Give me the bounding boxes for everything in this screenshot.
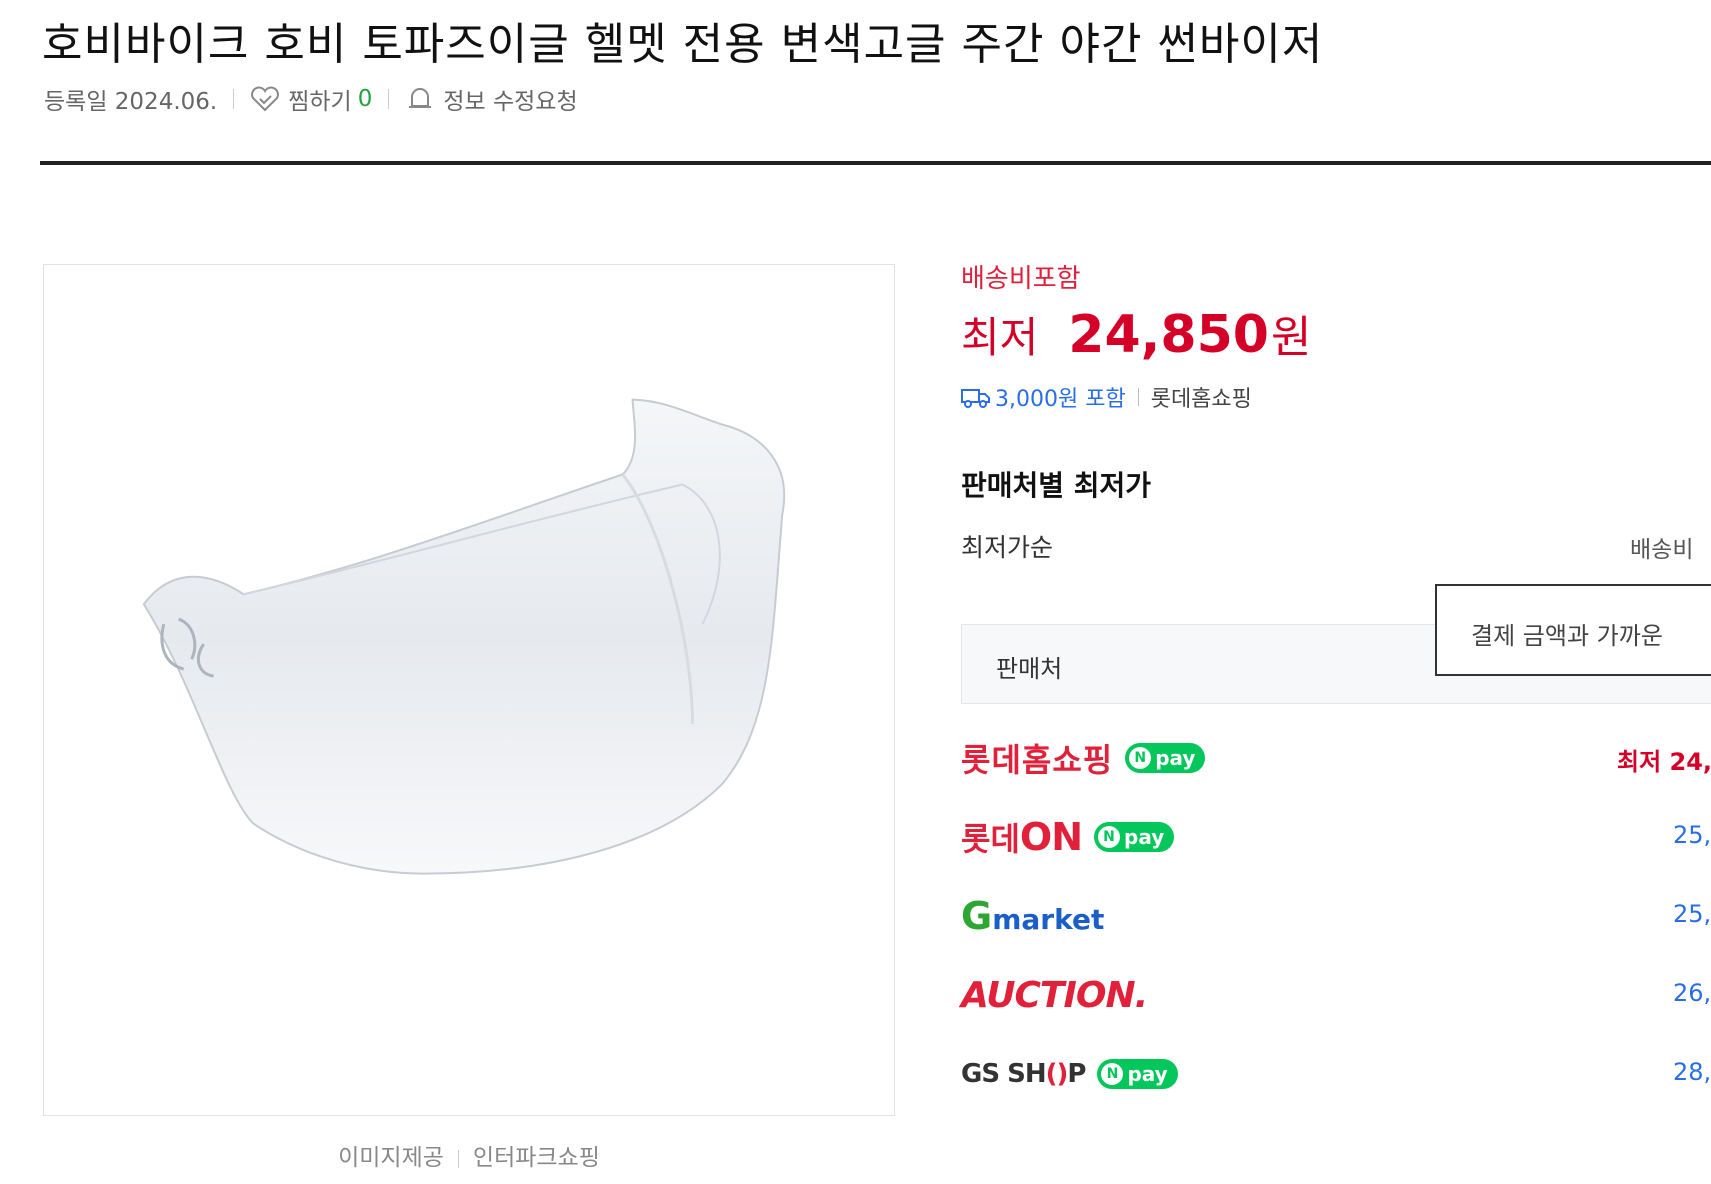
seller-name-prefix: GS SH (961, 1059, 1047, 1089)
divider (457, 1149, 459, 1168)
heart-icon (250, 85, 280, 113)
price-summary: 배송비포함 최저 24,850 원 3,000원 포함 롯데홈쇼핑 (961, 258, 1711, 413)
currency-unit: 원 (1270, 312, 1312, 363)
seller-price[interactable]: 28, (1673, 1058, 1711, 1086)
seller-name-suffix: P (1067, 1059, 1086, 1089)
divider (1137, 388, 1139, 406)
seller-row[interactable]: Gmarket 25, (961, 886, 1711, 946)
product-meta: 등록일 2024.06. 찜하기 0 정보 수정요청 (44, 82, 578, 116)
shipping-included-label: 배송비포함 (961, 264, 1081, 294)
seller-row[interactable]: GS SH()P Npay 28, (961, 1044, 1711, 1104)
page-title: 호비바이크 호비 토파즈이글 헬멧 전용 변색고글 주간 야간 썬바이저 (42, 19, 1324, 70)
npay-label: pay (1124, 825, 1165, 849)
npay-badge: Npay (1097, 1059, 1178, 1089)
seller-logo[interactable]: 롯데ON Npay (961, 807, 1175, 867)
seller-logo[interactable]: GS SH()P Npay (961, 1044, 1178, 1104)
seller-price[interactable]: 최저 24, (1617, 742, 1711, 777)
title-divider (40, 161, 1711, 165)
image-credit-source[interactable]: 인터파크쇼핑 (473, 1145, 600, 1171)
sort-shipping[interactable]: 배송비 (1630, 530, 1693, 564)
seller-price[interactable]: 25, (1673, 900, 1711, 928)
report-label: 정보 수정요청 (443, 89, 578, 115)
npay-label: pay (1127, 1062, 1168, 1086)
divider (233, 89, 235, 109)
column-seller: 판매처 (996, 655, 1063, 683)
seller-name: 롯데ON (961, 814, 1083, 860)
bell-icon (405, 85, 435, 113)
wishlist-label: 찜하기 (288, 89, 352, 115)
seller-name-prefix: 롯데 (961, 820, 1020, 858)
report-button[interactable]: 정보 수정요청 (405, 82, 578, 116)
seller-price[interactable]: 25, (1673, 821, 1711, 849)
lowest-store[interactable]: 롯데홈쇼핑 (1151, 381, 1252, 413)
wishlist-button[interactable]: 찜하기 0 (250, 82, 372, 116)
shipping-info: 3,000원 포함 롯데홈쇼핑 (961, 381, 1711, 413)
seller-row[interactable]: 롯데홈쇼핑 Npay 최저 24, (961, 728, 1711, 788)
seller-row[interactable]: 롯데ON Npay 25, (961, 807, 1711, 867)
npay-badge: Npay (1094, 822, 1175, 852)
npay-n-icon: N (1129, 747, 1152, 769)
divider (388, 89, 390, 109)
seller-logo[interactable]: Gmarket (961, 886, 1104, 946)
npay-label: pay (1155, 746, 1196, 770)
registered-date: 등록일 2024.06. (44, 89, 218, 115)
seller-name: Gmarket (961, 894, 1104, 938)
seller-logo[interactable]: 롯데홈쇼핑 Npay (961, 728, 1206, 788)
lowest-label: 최저 (961, 313, 1039, 362)
npay-n-icon: N (1101, 1063, 1124, 1085)
seller-name: 롯데홈쇼핑 (961, 741, 1114, 779)
truck-icon (961, 389, 990, 408)
wishlist-count: 0 (357, 86, 373, 112)
lowest-price: 최저 24,850 원 (961, 301, 1711, 365)
seller-row[interactable]: AUCTION. 26, (961, 965, 1711, 1025)
npay-n-icon: N (1098, 826, 1120, 848)
seller-price[interactable]: 26, (1673, 979, 1711, 1007)
image-credit-label: 이미지제공 (338, 1145, 444, 1171)
seller-name: AUCTION. (961, 974, 1148, 1016)
image-credit: 이미지제공 인터파크쇼핑 (43, 1138, 895, 1172)
seller-section-title: 판매처별 최저가 (961, 469, 1152, 502)
npay-badge: Npay (1125, 743, 1206, 773)
payment-tooltip: 결제 금액과 가까운 (1435, 584, 1711, 676)
visor-image (142, 398, 786, 875)
shipping-fee: 3,000원 포함 (995, 387, 1126, 412)
sort-lowest-price[interactable]: 최저가순 (961, 528, 1053, 564)
seller-name: GS SH()P (961, 1059, 1086, 1089)
seller-logo[interactable]: AUCTION. (961, 965, 1148, 1025)
seller-name-suffix: ON (1019, 815, 1083, 859)
lowest-value: 24,850 (1068, 305, 1269, 365)
seller-name-mid: () (1045, 1059, 1069, 1089)
product-image[interactable] (43, 264, 895, 1116)
seller-name-suffix: market (992, 903, 1105, 936)
seller-name-prefix: G (961, 894, 993, 938)
